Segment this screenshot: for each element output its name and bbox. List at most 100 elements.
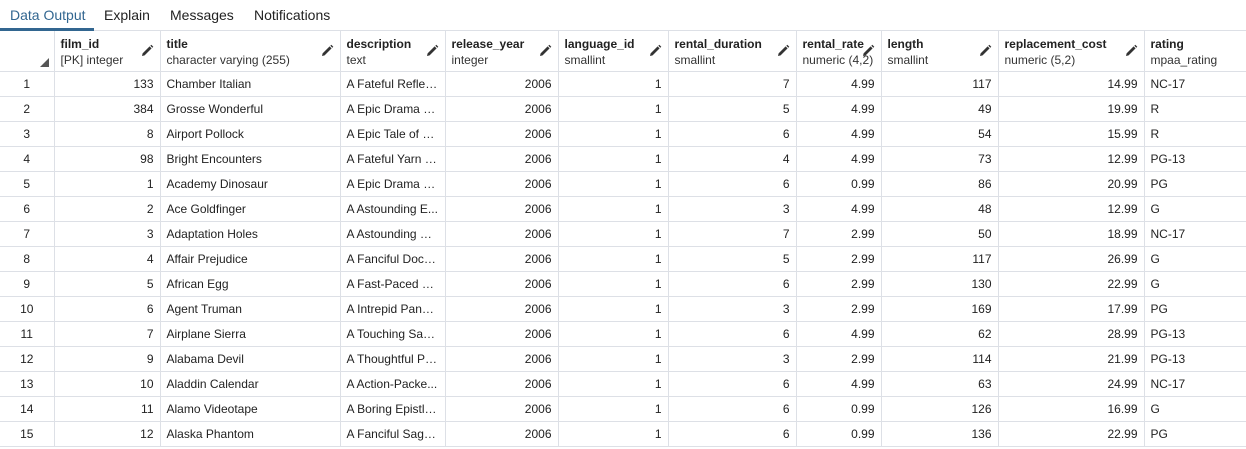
cell-rental-duration[interactable]: 6: [668, 121, 797, 147]
row-number[interactable]: 8: [0, 246, 55, 272]
cell-film-id[interactable]: 1: [54, 171, 161, 197]
row-number[interactable]: 2: [0, 96, 55, 122]
cell-rental-rate[interactable]: 2.99: [796, 346, 882, 372]
cell-title[interactable]: Agent Truman: [160, 296, 341, 322]
cell-replacement-cost[interactable]: 24.99: [998, 371, 1145, 397]
table-row[interactable]: 3 8 Airport Pollock A Epic Tale of a ... 200…: [0, 121, 1246, 147]
cell-title[interactable]: Academy Dinosaur: [160, 171, 341, 197]
cell-description[interactable]: A Fanciful Saga ...: [340, 421, 446, 447]
cell-language-id[interactable]: 1: [558, 246, 669, 272]
cell-film-id[interactable]: 2: [54, 196, 161, 222]
cell-rental-rate[interactable]: 4.99: [796, 146, 882, 172]
cell-length[interactable]: 114: [881, 346, 999, 372]
cell-language-id[interactable]: 1: [558, 421, 669, 447]
cell-length[interactable]: 73: [881, 146, 999, 172]
cell-rental-rate[interactable]: 2.99: [796, 221, 882, 247]
column-header-rental-rate[interactable]: rental_rate numeric (4,2): [796, 31, 882, 72]
cell-language-id[interactable]: 1: [558, 346, 669, 372]
cell-description[interactable]: A Intrepid Panor...: [340, 296, 446, 322]
cell-description[interactable]: A Epic Drama of...: [340, 171, 446, 197]
cell-replacement-cost[interactable]: 20.99: [998, 171, 1145, 197]
table-row[interactable]: 14 11 Alamo Videotape A Boring Epistle... 20…: [0, 396, 1246, 422]
cell-description[interactable]: A Astounding R...: [340, 221, 446, 247]
cell-description[interactable]: A Fateful Yarn o...: [340, 146, 446, 172]
cell-film-id[interactable]: 11: [54, 396, 161, 422]
pencil-icon[interactable]: [538, 44, 552, 58]
cell-film-id[interactable]: 9: [54, 346, 161, 372]
select-all-cell[interactable]: [0, 31, 55, 72]
cell-description[interactable]: A Fateful Reflec...: [340, 71, 446, 97]
cell-release-year[interactable]: 2006: [445, 121, 559, 147]
cell-rating[interactable]: NC-17: [1144, 371, 1246, 397]
cell-rental-duration[interactable]: 7: [668, 71, 797, 97]
table-row[interactable]: 7 3 Adaptation Holes A Astounding R... 2006 1…: [0, 221, 1246, 247]
column-header-rating[interactable]: rating mpaa_rating: [1144, 31, 1246, 72]
cell-film-id[interactable]: 10: [54, 371, 161, 397]
table-row[interactable]: 5 1 Academy Dinosaur A Epic Drama of... 2006…: [0, 171, 1246, 197]
cell-title[interactable]: Adaptation Holes: [160, 221, 341, 247]
column-header-rental-duration[interactable]: rental_duration smallint: [668, 31, 797, 72]
cell-rental-rate[interactable]: 4.99: [796, 96, 882, 122]
table-row[interactable]: 10 6 Agent Truman A Intrepid Panor... 2006 1 3…: [0, 296, 1246, 322]
cell-language-id[interactable]: 1: [558, 146, 669, 172]
tab-notifications[interactable]: Notifications: [254, 0, 330, 31]
cell-film-id[interactable]: 5: [54, 271, 161, 297]
cell-replacement-cost[interactable]: 28.99: [998, 321, 1145, 347]
cell-language-id[interactable]: 1: [558, 221, 669, 247]
cell-rental-rate[interactable]: 4.99: [796, 121, 882, 147]
cell-rental-duration[interactable]: 5: [668, 246, 797, 272]
cell-language-id[interactable]: 1: [558, 396, 669, 422]
cell-rental-duration[interactable]: 6: [668, 171, 797, 197]
cell-length[interactable]: 117: [881, 246, 999, 272]
cell-description[interactable]: A Fanciful Docu...: [340, 246, 446, 272]
cell-language-id[interactable]: 1: [558, 171, 669, 197]
pencil-icon[interactable]: [861, 44, 875, 58]
cell-release-year[interactable]: 2006: [445, 396, 559, 422]
cell-length[interactable]: 49: [881, 96, 999, 122]
table-row[interactable]: 1 133 Chamber Italian A Fateful Reflec... 20…: [0, 71, 1246, 97]
cell-rental-duration[interactable]: 6: [668, 421, 797, 447]
column-header-description[interactable]: description text: [340, 31, 446, 72]
cell-rating[interactable]: PG: [1144, 296, 1246, 322]
cell-rental-duration[interactable]: 4: [668, 146, 797, 172]
column-header-replacement-cost[interactable]: replacement_cost numeric (5,2): [998, 31, 1145, 72]
cell-title[interactable]: Alaska Phantom: [160, 421, 341, 447]
cell-description[interactable]: A Boring Epistle...: [340, 396, 446, 422]
cell-length[interactable]: 48: [881, 196, 999, 222]
cell-rental-duration[interactable]: 6: [668, 371, 797, 397]
cell-rental-duration[interactable]: 6: [668, 396, 797, 422]
cell-release-year[interactable]: 2006: [445, 146, 559, 172]
cell-language-id[interactable]: 1: [558, 371, 669, 397]
cell-length[interactable]: 50: [881, 221, 999, 247]
cell-length[interactable]: 86: [881, 171, 999, 197]
pencil-icon[interactable]: [648, 44, 662, 58]
cell-rental-rate[interactable]: 4.99: [796, 71, 882, 97]
row-number[interactable]: 12: [0, 346, 55, 372]
pencil-icon[interactable]: [320, 44, 334, 58]
row-number[interactable]: 14: [0, 396, 55, 422]
row-number[interactable]: 10: [0, 296, 55, 322]
cell-rating[interactable]: NC-17: [1144, 71, 1246, 97]
cell-replacement-cost[interactable]: 15.99: [998, 121, 1145, 147]
cell-replacement-cost[interactable]: 18.99: [998, 221, 1145, 247]
cell-release-year[interactable]: 2006: [445, 71, 559, 97]
cell-rental-rate[interactable]: 0.99: [796, 421, 882, 447]
cell-replacement-cost[interactable]: 22.99: [998, 421, 1145, 447]
cell-rental-rate[interactable]: 2.99: [796, 246, 882, 272]
cell-release-year[interactable]: 2006: [445, 371, 559, 397]
cell-title[interactable]: Affair Prejudice: [160, 246, 341, 272]
cell-title[interactable]: Alamo Videotape: [160, 396, 341, 422]
cell-rental-duration[interactable]: 5: [668, 96, 797, 122]
cell-length[interactable]: 62: [881, 321, 999, 347]
pencil-icon[interactable]: [776, 44, 790, 58]
cell-rental-rate[interactable]: 0.99: [796, 171, 882, 197]
tab-explain[interactable]: Explain: [104, 0, 150, 31]
column-header-length[interactable]: length smallint: [881, 31, 999, 72]
cell-title[interactable]: Aladdin Calendar: [160, 371, 341, 397]
row-number[interactable]: 13: [0, 371, 55, 397]
column-header-film-id[interactable]: film_id [PK] integer: [54, 31, 161, 72]
cell-rental-duration[interactable]: 6: [668, 321, 797, 347]
cell-rental-rate[interactable]: 0.99: [796, 396, 882, 422]
row-number[interactable]: 11: [0, 321, 55, 347]
cell-length[interactable]: 126: [881, 396, 999, 422]
